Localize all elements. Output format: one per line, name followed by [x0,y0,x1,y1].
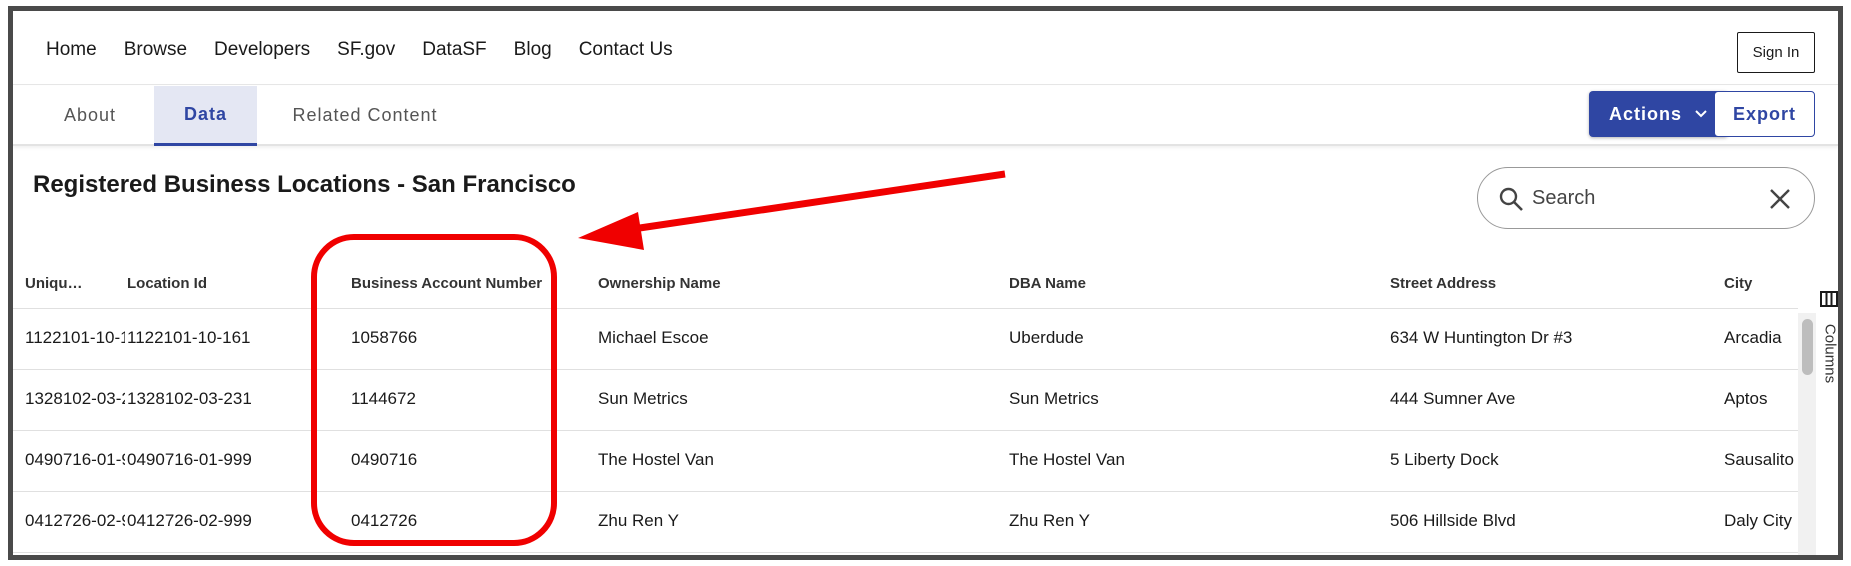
cell-unique-key: 0412726-02-999 [25,511,125,530]
nav-link-developers[interactable]: Developers [214,39,310,61]
cell-business-account-number: 1144672 [351,389,416,408]
tab-related-content[interactable]: Related Content [275,86,455,144]
actions-button[interactable]: Actions [1589,91,1728,137]
cell-city: Aptos [1724,389,1768,408]
cell-dba-name: Uberdude [1009,328,1084,347]
cell-city: Daly City [1724,511,1793,530]
tab-data[interactable]: Data [154,86,257,146]
column-header-ownership-name[interactable]: Ownership Name [598,275,958,292]
table-row[interactable]: 1328102-03-231 1328102-03-231 1144672 Su… [13,370,1798,431]
columns-grid-icon [1820,291,1838,307]
sign-in-button[interactable]: Sign In [1737,32,1815,73]
dataset-tab-bar: About Data Related Content Actions Expor… [13,86,1838,146]
export-button[interactable]: Export [1714,91,1815,137]
cell-unique-key: 1122101-10-161 [25,328,125,347]
table-row[interactable]: 0412726-02-999 0412726-02-999 0412726 Zh… [13,492,1798,553]
column-header-dba-name[interactable]: DBA Name [1009,275,1349,292]
cell-city: Sausalito [1724,450,1794,469]
cell-street-address: 506 Hillside Blvd [1390,511,1516,530]
table-row[interactable]: 1122101-10-161 1122101-10-161 1058766 Mi… [13,309,1798,370]
cell-dba-name: Sun Metrics [1009,389,1099,408]
cell-ownership-name: Michael Escoe [598,328,709,347]
cell-business-account-number: 0412726 [351,511,418,530]
tab-about[interactable]: About [45,86,135,144]
table-row[interactable]: 0490716-01-999 0490716-01-999 0490716 Th… [13,431,1798,492]
cell-street-address: 634 W Huntington Dr #3 [1390,328,1573,347]
search-box[interactable] [1477,167,1815,229]
columns-side-panel[interactable]: Columns [1816,291,1839,411]
nav-link-blog[interactable]: Blog [514,39,552,61]
nav-link-sfgov[interactable]: SF.gov [337,39,395,61]
cell-ownership-name: The Hostel Van [598,450,714,469]
cell-unique-key: 0490716-01-999 [25,450,125,469]
data-grid: Uniqu… Location Id Business Account Numb… [13,259,1798,555]
screenshot-frame: Home Browse Developers SF.gov DataSF Blo… [8,6,1843,560]
nav-link-home[interactable]: Home [46,39,97,61]
close-icon[interactable] [1768,187,1792,211]
cell-unique-key: 1328102-03-231 [25,389,125,408]
search-icon [1499,187,1523,211]
column-header-business-account-number[interactable]: Business Account Number [351,275,571,292]
top-nav-links: Home Browse Developers SF.gov DataSF Blo… [46,39,700,61]
cell-location-id: 1122101-10-161 [127,328,251,347]
column-header-unique-key[interactable]: Uniqu… [25,275,129,292]
cell-location-id: 0490716-01-999 [127,450,252,469]
columns-panel-label: Columns [1821,323,1839,384]
cell-dba-name: Zhu Ren Y [1009,511,1090,530]
cell-city: Arcadia [1724,328,1782,347]
search-input[interactable] [1532,182,1732,214]
actions-button-label: Actions [1608,103,1682,124]
top-navigation: Home Browse Developers SF.gov DataSF Blo… [13,11,1838,85]
dataset-title: Registered Business Locations - San Fran… [33,171,576,198]
chevron-down-icon [1695,110,1707,118]
nav-link-contact-us[interactable]: Contact Us [579,39,673,61]
table-header-row: Uniqu… Location Id Business Account Numb… [13,259,1798,309]
nav-link-datasf[interactable]: DataSF [422,39,486,61]
cell-street-address: 444 Sumner Ave [1390,389,1516,408]
nav-link-browse[interactable]: Browse [124,39,187,61]
column-header-street-address[interactable]: Street Address [1390,275,1690,292]
vertical-scrollbar[interactable] [1798,313,1816,555]
cell-street-address: 5 Liberty Dock [1390,450,1499,469]
cell-ownership-name: Sun Metrics [598,389,688,408]
cell-location-id: 0412726-02-999 [127,511,252,530]
scrollbar-thumb[interactable] [1802,319,1813,375]
cell-business-account-number: 0490716 [351,450,418,469]
cell-ownership-name: Zhu Ren Y [598,511,679,530]
column-header-location-id[interactable]: Location Id [127,275,297,292]
cell-location-id: 1328102-03-231 [127,389,252,408]
cell-business-account-number: 1058766 [351,328,418,347]
column-header-city[interactable]: City [1724,275,1798,292]
cell-dba-name: The Hostel Van [1009,450,1125,469]
